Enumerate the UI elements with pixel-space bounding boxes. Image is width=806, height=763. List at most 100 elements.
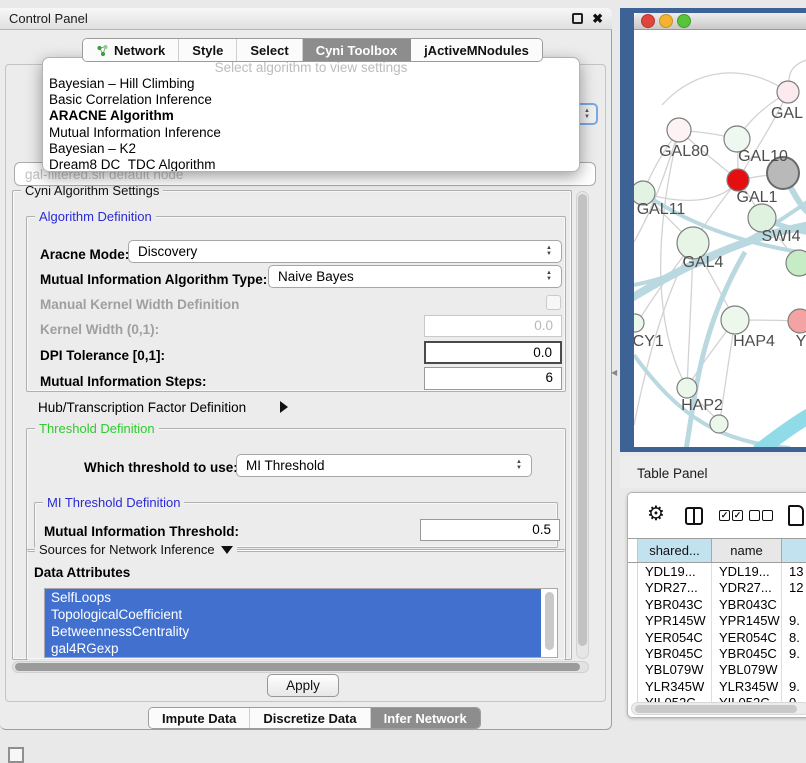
mi-steps-label: Mutual Information Steps: (40, 374, 207, 389)
close-icon[interactable]: ✖ (592, 13, 603, 24)
cyni-bottom-tab[interactable]: Infer Network (371, 708, 480, 728)
document-icon[interactable] (788, 505, 804, 526)
attribute-item[interactable]: gal4RGexp (45, 640, 541, 657)
tab-label: Cyni Toolbox (316, 43, 397, 58)
column-header[interactable]: name (712, 539, 782, 562)
node-label: Y (796, 333, 806, 350)
attribute-item[interactable]: SelfLoops (45, 589, 541, 606)
table-horizontal-scrollbar[interactable] (631, 702, 806, 715)
apply-button[interactable]: Apply (267, 674, 339, 697)
deselect-all-columns-icon[interactable] (749, 510, 773, 521)
cell-value (782, 596, 806, 612)
network-node[interactable] (710, 415, 728, 433)
network-node[interactable] (727, 169, 749, 191)
node-label: HAP4 (733, 333, 775, 350)
mi-threshold-label: Mutual Information Threshold: (44, 524, 239, 539)
network-view: GALGAL80GAL10GAL1GAL11SWI4GAL4GCY1HAP4YH… (620, 8, 806, 452)
node-label: GAL4 (683, 254, 724, 271)
table-row[interactable]: YBR045C YBR045C 9. (628, 645, 806, 661)
algorithm-dropdown-item[interactable]: Mutual Information Inference (43, 125, 579, 141)
network-node[interactable] (777, 81, 799, 103)
data-attributes-list: SelfLoops TopologicalCoefficient Between… (44, 588, 558, 658)
cyni-bottom-tab[interactable]: Discretize Data (250, 708, 370, 728)
attribute-list-scrollbar[interactable] (545, 592, 554, 654)
hub-definition-label[interactable]: Hub/Transcription Factor Definition (38, 400, 246, 415)
table-row[interactable]: YLR345W YLR345W 9. (628, 678, 806, 694)
control-panel-tab[interactable]: Cyni Toolbox (303, 39, 411, 61)
mi-steps-field[interactable]: 6 (424, 367, 562, 390)
cyni-bottom-tab[interactable]: Impute Data (149, 708, 250, 728)
control-panel-tab[interactable]: Network (83, 39, 179, 61)
control-panel-tab[interactable]: Style (179, 39, 237, 61)
which-threshold-label: Which threshold to use: (84, 460, 238, 475)
column-header[interactable]: shared... (638, 539, 712, 562)
stepper-icon: ▲▼ (546, 246, 552, 257)
network-node[interactable] (788, 309, 806, 333)
table-row[interactable]: YDR27... YDR27... 12 (628, 579, 806, 595)
cyni-bottom-tabbar: Impute Data Discretize Data Infer Networ… (148, 707, 481, 729)
which-threshold-combo[interactable]: MI Threshold ▲▼ (236, 454, 532, 477)
stepper-down-icon: ▼ (584, 114, 590, 120)
sources-title: Sources for Network Inference (35, 542, 237, 557)
table-row[interactable]: YBL079W YBL079W (628, 661, 806, 677)
algorithm-dropdown-popup: Select algorithm to view settings Bayesi… (42, 57, 580, 172)
mi-type-combo[interactable]: Naive Bayes ▲▼ (268, 265, 562, 288)
splitter-collapse-icon[interactable]: ◀ (611, 368, 617, 377)
expand-arrow-icon[interactable] (280, 401, 288, 413)
gear-icon[interactable]: ⚙ (647, 501, 665, 526)
cell-shared-name: YPR145W (638, 612, 712, 628)
cell-name: YPR145W (712, 612, 782, 628)
float-window-icon[interactable] (572, 13, 583, 24)
network-node[interactable] (667, 118, 691, 142)
settings-vertical-scrollbar[interactable] (576, 191, 589, 659)
control-panel-titlebar: Control Panel ✖ (0, 8, 612, 30)
manual-kernel-checkbox[interactable] (546, 295, 561, 310)
cell-name: YLR345W (712, 678, 782, 694)
table-row[interactable]: YPR145W YPR145W 9. (628, 612, 806, 628)
zoom-traffic-light-icon[interactable] (678, 15, 691, 28)
control-panel-tab[interactable]: jActiveMNodules (411, 39, 542, 61)
mi-threshold-field[interactable]: 0.5 (420, 519, 560, 541)
table-row[interactable]: YER054C YER054C 8. (628, 629, 806, 645)
algorithm-dropdown-item[interactable]: Dream8 DC_TDC Algorithm (43, 157, 579, 172)
cell-value: 9. (782, 678, 806, 694)
table-panel-title: Table Panel (637, 466, 708, 481)
algorithm-dropdown-item[interactable]: Basic Correlation Inference (43, 92, 579, 108)
algorithm-definition-title: Algorithm Definition (35, 209, 156, 224)
algorithm-dropdown-item[interactable]: Bayesian – K2 (43, 141, 579, 157)
attribute-item[interactable]: TopologicalCoefficient (45, 606, 541, 623)
table-row[interactable]: YDL19... YDL19... 13 (628, 563, 806, 579)
collapse-arrow-icon[interactable] (221, 546, 233, 554)
cell-name: YBL079W (712, 661, 782, 677)
network-node[interactable] (786, 250, 806, 276)
kernel-width-field[interactable]: 0.0 (424, 315, 562, 337)
aracne-mode-label: Aracne Mode: (40, 247, 129, 262)
kernel-width-label: Kernel Width (0,1): (40, 322, 159, 337)
close-traffic-light-icon[interactable] (642, 15, 655, 28)
tab-label: Network (114, 43, 165, 58)
network-node[interactable] (677, 378, 697, 398)
tab-label: Discretize Data (263, 711, 356, 726)
attribute-item[interactable]: BetweennessCentrality (45, 623, 541, 640)
column-header[interactable]: A (782, 539, 806, 562)
cell-name: YDL19... (712, 563, 782, 579)
dock-window-icon[interactable] (8, 747, 24, 763)
settings-horizontal-scrollbar[interactable] (12, 661, 589, 673)
cell-name: YBR045C (712, 645, 782, 661)
cell-shared-name: YBL079W (638, 661, 712, 677)
control-panel-tab[interactable]: Select (237, 39, 302, 61)
aracne-mode-combo[interactable]: Discovery ▲▼ (128, 240, 562, 263)
tab-label: jActiveMNodules (424, 43, 529, 58)
cell-value: 9. (782, 612, 806, 628)
table-rows: YDL19... YDL19... 13 YDR27... YDR27... 1… (628, 563, 806, 711)
table-row[interactable]: YBR043C YBR043C (628, 596, 806, 612)
algorithm-dropdown-item[interactable]: ARACNE Algorithm (43, 108, 579, 124)
mi-type-value: Naive Bayes (278, 269, 354, 284)
minimize-traffic-light-icon[interactable] (660, 15, 673, 28)
stepper-icon: ▲▼ (516, 460, 522, 471)
select-all-columns-icon[interactable]: ✓✓ (719, 510, 743, 521)
columns-icon[interactable] (685, 507, 703, 525)
algorithm-dropdown-item[interactable]: Bayesian – Hill Climbing (43, 76, 579, 92)
network-node[interactable] (721, 306, 749, 334)
dpi-tolerance-field[interactable]: 0.0 (424, 341, 562, 364)
